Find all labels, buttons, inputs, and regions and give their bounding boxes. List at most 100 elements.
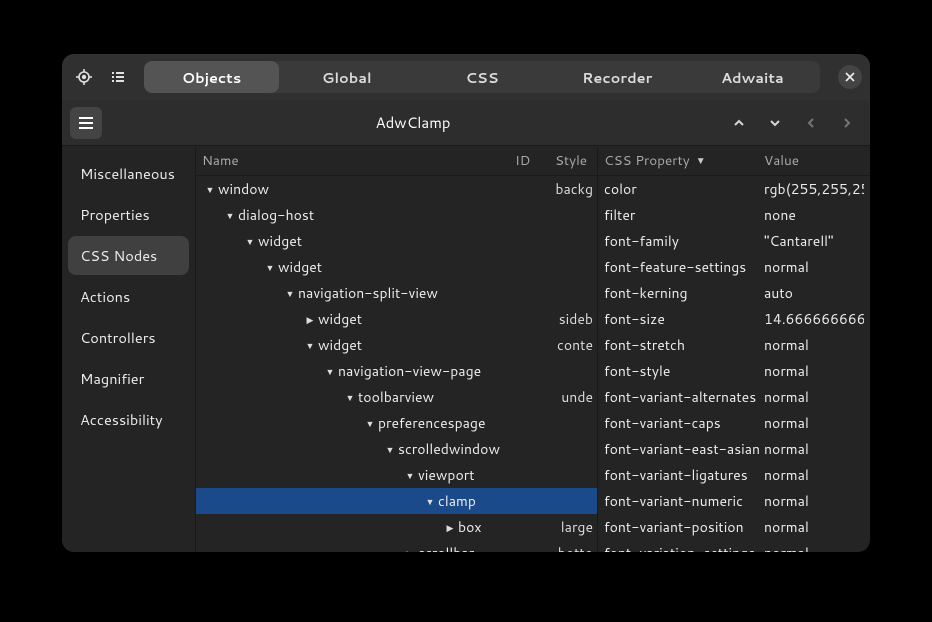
content-area: MiscellaneousPropertiesCSS NodesActionsC… (62, 146, 870, 552)
tab-adwaita[interactable]: Adwaita (685, 61, 820, 93)
tab-css[interactable]: CSS (414, 61, 549, 93)
expander-closed-icon[interactable]: ▶ (402, 547, 418, 553)
tree-row[interactable]: ▼preferencespage (196, 410, 597, 436)
tree-body[interactable]: ▼windowbackg▼dialog-host▼widget▼widget▼n… (196, 176, 597, 552)
expander-open-icon[interactable]: ▼ (302, 339, 318, 352)
tree-row[interactable]: ▶scrollbarbotto (196, 540, 597, 552)
property-name: filter (604, 205, 764, 225)
col-value[interactable]: Value (764, 151, 864, 170)
property-name: font-variation-settings (604, 543, 764, 552)
props-body[interactable]: colorrgb(255,255,255)filternonefont-fami… (598, 176, 870, 552)
expander-open-icon[interactable]: ▼ (362, 417, 378, 430)
property-value: normal (764, 439, 864, 459)
property-name: font-variant-east-asian (604, 439, 764, 459)
property-row[interactable]: font-variant-capsnormal (598, 410, 870, 436)
tree-row[interactable]: ▼widgetconte (196, 332, 597, 358)
col-name[interactable]: Name (202, 151, 515, 170)
tree-node-label: widget (278, 257, 593, 277)
property-row[interactable]: font-variant-east-asiannormal (598, 436, 870, 462)
tree-row[interactable]: ▶widgetsideb (196, 306, 597, 332)
sidebar-item-css-nodes[interactable]: CSS Nodes (68, 236, 189, 275)
main-tabs: ObjectsGlobalCSSRecorderAdwaita (144, 61, 820, 93)
expander-open-icon[interactable]: ▼ (382, 443, 398, 456)
property-value: normal (764, 543, 864, 552)
property-row[interactable]: font-variation-settingsnormal (598, 540, 870, 552)
chevron-right-icon[interactable] (832, 108, 862, 138)
list-icon[interactable] (104, 63, 132, 91)
tree-row[interactable]: ▼windowbackg (196, 176, 597, 202)
expander-open-icon[interactable]: ▼ (422, 495, 438, 508)
expander-open-icon[interactable]: ▼ (242, 235, 258, 248)
tab-global[interactable]: Global (279, 61, 414, 93)
tree-node-label: dialog-host (238, 205, 593, 225)
property-name: font-variant-numeric (604, 491, 764, 511)
expander-open-icon[interactable]: ▼ (402, 469, 418, 482)
sidebar-item-miscellaneous[interactable]: Miscellaneous (68, 154, 189, 193)
tree-node-label: viewport (418, 465, 593, 485)
sidebar-item-actions[interactable]: Actions (68, 277, 189, 316)
property-row[interactable]: font-variant-numericnormal (598, 488, 870, 514)
property-row[interactable]: font-stylenormal (598, 358, 870, 384)
tree-row[interactable]: ▼scrolledwindow (196, 436, 597, 462)
property-name: font-kerning (604, 283, 764, 303)
inspector-window: ObjectsGlobalCSSRecorderAdwaita AdwClamp… (62, 54, 870, 552)
col-style[interactable]: Style (555, 151, 591, 170)
tree-row[interactable]: ▼widget (196, 228, 597, 254)
chevron-left-icon[interactable] (796, 108, 826, 138)
sidebar-item-magnifier[interactable]: Magnifier (68, 359, 189, 398)
chevron-up-icon[interactable] (724, 108, 754, 138)
target-icon[interactable] (70, 63, 98, 91)
tab-recorder[interactable]: Recorder (550, 61, 685, 93)
col-id[interactable]: ID (515, 151, 555, 170)
tree-row[interactable]: ▼dialog-host (196, 202, 597, 228)
sidebar-item-accessibility[interactable]: Accessibility (68, 400, 189, 439)
close-button[interactable] (838, 65, 862, 89)
property-row[interactable]: filternone (598, 202, 870, 228)
expander-open-icon[interactable]: ▼ (202, 183, 218, 196)
tree-node-style: botto (558, 543, 593, 552)
property-row[interactable]: font-kerningauto (598, 280, 870, 306)
sidebar-item-properties[interactable]: Properties (68, 195, 189, 234)
tree-node-style: unde (561, 387, 593, 407)
tree-row[interactable]: ▼clamp (196, 488, 597, 514)
property-row[interactable]: font-variant-alternatesnormal (598, 384, 870, 410)
property-row[interactable]: font-variant-positionnormal (598, 514, 870, 540)
tree-row[interactable]: ▼navigation-split-view (196, 280, 597, 306)
sort-desc-icon: ▼ (696, 154, 706, 168)
property-row[interactable]: font-feature-settingsnormal (598, 254, 870, 280)
property-row[interactable]: colorrgb(255,255,255) (598, 176, 870, 202)
tree-node-label: navigation-split-view (298, 283, 593, 303)
expander-closed-icon[interactable]: ▶ (442, 521, 458, 534)
property-row[interactable]: font-family"Cantarell" (598, 228, 870, 254)
property-value: normal (764, 387, 864, 407)
expander-open-icon[interactable]: ▼ (222, 209, 238, 222)
tree-row[interactable]: ▼widget (196, 254, 597, 280)
expander-closed-icon[interactable]: ▶ (302, 313, 318, 326)
tree-row[interactable]: ▶boxlarge (196, 514, 597, 540)
expander-open-icon[interactable]: ▼ (342, 391, 358, 404)
tree-node-label: navigation-view-page (338, 361, 593, 381)
expander-open-icon[interactable]: ▼ (262, 261, 278, 274)
property-value: normal (764, 413, 864, 433)
menu-button[interactable] (70, 107, 102, 139)
tree-row[interactable]: ▼viewport (196, 462, 597, 488)
tree-row[interactable]: ▼navigation-view-page (196, 358, 597, 384)
tree-node-style: conte (557, 335, 593, 355)
property-row[interactable]: font-stretchnormal (598, 332, 870, 358)
expander-open-icon[interactable]: ▼ (282, 287, 298, 300)
property-name: font-variant-position (604, 517, 764, 537)
sidebar-item-controllers[interactable]: Controllers (68, 318, 189, 357)
tree-node-style: backg (555, 179, 593, 199)
col-css-property[interactable]: CSS Property ▼ (604, 151, 764, 170)
subheader: AdwClamp (62, 100, 870, 146)
tree-node-label: toolbarview (358, 387, 561, 407)
tree-pane: Name ID Style ▼windowbackg▼dialog-host▼w… (196, 146, 598, 552)
property-row[interactable]: font-variant-ligaturesnormal (598, 462, 870, 488)
property-row[interactable]: font-size14.666666666666 (598, 306, 870, 332)
expander-open-icon[interactable]: ▼ (322, 365, 338, 378)
chevron-down-icon[interactable] (760, 108, 790, 138)
tree-row[interactable]: ▼toolbarviewunde (196, 384, 597, 410)
tree-node-label: box (458, 517, 561, 537)
tab-objects[interactable]: Objects (144, 61, 279, 93)
property-name: color (604, 179, 764, 199)
